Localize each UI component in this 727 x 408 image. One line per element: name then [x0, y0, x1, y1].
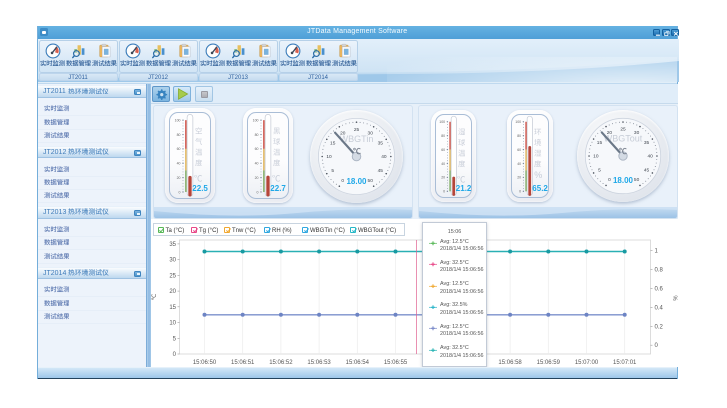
svg-text:100: 100 — [439, 120, 445, 124]
svg-text:40: 40 — [254, 161, 258, 165]
svg-text:45: 45 — [643, 167, 649, 173]
svg-text:0.2: 0.2 — [654, 324, 663, 330]
svg-text:15:06:51: 15:06:51 — [231, 360, 255, 366]
svg-text:15: 15 — [330, 140, 336, 146]
svg-text:20: 20 — [254, 175, 258, 179]
svg-text:60: 60 — [517, 148, 521, 152]
svg-text:1: 1 — [654, 248, 658, 254]
svg-text:0: 0 — [608, 177, 611, 183]
svg-text:35: 35 — [643, 140, 649, 146]
svg-text:20: 20 — [176, 175, 180, 179]
svg-text:30: 30 — [169, 257, 176, 263]
svg-text:40: 40 — [176, 161, 180, 165]
svg-text:60: 60 — [441, 148, 445, 152]
svg-text:45: 45 — [378, 167, 384, 173]
svg-text:20: 20 — [517, 176, 521, 180]
svg-text:80: 80 — [517, 134, 521, 138]
svg-text:5: 5 — [598, 167, 601, 173]
svg-text:15:06:50: 15:06:50 — [192, 360, 216, 366]
svg-text:60: 60 — [254, 147, 258, 151]
svg-text:60: 60 — [176, 147, 180, 151]
svg-text:25: 25 — [169, 273, 176, 279]
svg-text:35: 35 — [378, 140, 384, 146]
svg-text:15:07:01: 15:07:01 — [613, 360, 637, 366]
svg-text:0: 0 — [519, 190, 521, 194]
svg-text:0.6: 0.6 — [654, 286, 663, 292]
svg-text:50: 50 — [368, 177, 374, 183]
svg-text:0.8: 0.8 — [654, 267, 663, 273]
svg-text:35: 35 — [169, 241, 176, 247]
svg-text:40: 40 — [381, 154, 387, 160]
svg-text:15:06:58: 15:06:58 — [498, 360, 522, 366]
svg-text:15:06:55: 15:06:55 — [383, 360, 407, 366]
svg-text:5: 5 — [331, 167, 334, 173]
svg-text:0: 0 — [341, 177, 344, 183]
svg-text:18.00: 18.00 — [346, 176, 367, 185]
svg-text:10: 10 — [326, 154, 332, 160]
svg-text:80: 80 — [176, 132, 180, 136]
svg-text:18.00: 18.00 — [612, 176, 633, 185]
svg-text:15:06:53: 15:06:53 — [307, 360, 331, 366]
svg-text:℃: ℃ — [152, 293, 158, 300]
svg-text:80: 80 — [441, 134, 445, 138]
svg-text:%: % — [671, 295, 677, 301]
svg-text:15:07:00: 15:07:00 — [574, 360, 598, 366]
svg-text:25: 25 — [354, 126, 360, 132]
svg-text:0.4: 0.4 — [654, 305, 663, 311]
svg-text:15:06:59: 15:06:59 — [536, 360, 560, 366]
svg-text:15:06:52: 15:06:52 — [269, 360, 293, 366]
svg-text:40: 40 — [647, 153, 653, 159]
svg-text:10: 10 — [593, 153, 599, 159]
svg-text:20: 20 — [441, 176, 445, 180]
svg-text:0: 0 — [178, 190, 180, 194]
svg-text:0: 0 — [172, 352, 176, 358]
svg-text:5: 5 — [172, 336, 176, 342]
svg-text:0: 0 — [443, 190, 445, 194]
svg-text:25: 25 — [620, 126, 626, 132]
svg-text:0: 0 — [654, 343, 658, 349]
svg-text:20: 20 — [169, 289, 176, 295]
svg-text:100: 100 — [174, 118, 180, 122]
svg-text:15: 15 — [596, 140, 602, 146]
svg-text:80: 80 — [254, 132, 258, 136]
svg-text:15:06:54: 15:06:54 — [345, 360, 369, 366]
svg-text:40: 40 — [441, 162, 445, 166]
svg-text:0: 0 — [256, 190, 258, 194]
svg-text:50: 50 — [633, 177, 639, 183]
svg-text:100: 100 — [515, 120, 521, 124]
svg-text:10: 10 — [169, 320, 176, 326]
svg-text:100: 100 — [252, 118, 258, 122]
svg-text:40: 40 — [517, 162, 521, 166]
svg-text:15: 15 — [169, 304, 176, 310]
